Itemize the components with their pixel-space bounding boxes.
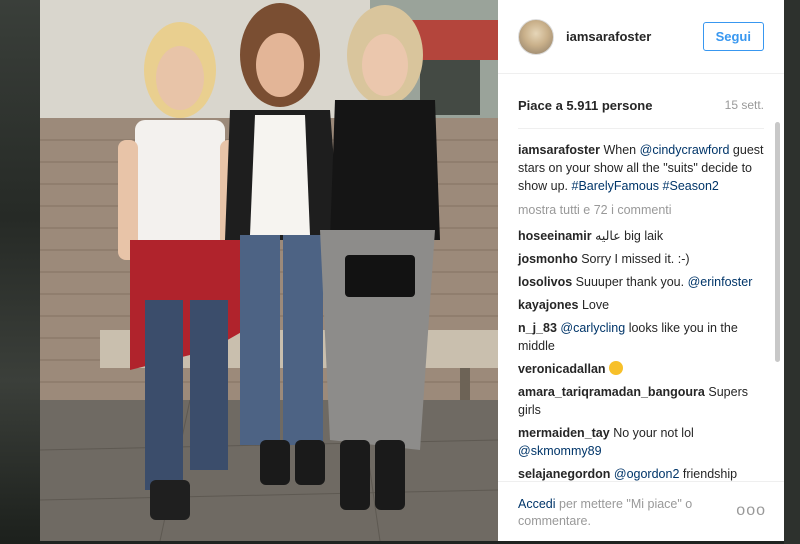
comment-item: losolivos Suuuper thank you. @erinfoster (518, 273, 764, 291)
comment-author[interactable]: amara_tariqramadan_bangoura (518, 385, 705, 399)
comment-item: josmonho Sorry I missed it. :-) (518, 250, 764, 268)
post-modal: iamsarafoster Segui Piace a 5.911 person… (40, 0, 800, 544)
post-photo[interactable] (40, 0, 498, 541)
load-more-comments[interactable]: mostra tutti e 72 i commenti (518, 201, 764, 219)
comment-author[interactable]: selajanegordon (518, 467, 610, 481)
post-timestamp[interactable]: 15 sett. (725, 98, 764, 112)
comment-mention[interactable]: @carlycling (560, 321, 625, 335)
comment-mention[interactable]: @skmommy89 (518, 444, 602, 458)
comment-mention[interactable]: @ogordon2 (614, 467, 680, 481)
post-header: iamsarafoster Segui (498, 0, 784, 74)
hashtag-link[interactable]: #Season2 (663, 179, 719, 193)
comment-text: Sorry I missed it. :-) (581, 252, 690, 266)
page-backdrop-left (0, 0, 40, 544)
login-link[interactable]: Accedi (518, 497, 556, 511)
post-photo-image (40, 0, 498, 541)
more-options-icon[interactable]: ooo (736, 502, 766, 519)
avatar[interactable] (518, 18, 554, 55)
comment-item: amara_tariqramadan_bangoura Supers girls (518, 383, 764, 419)
comment-item: veronicadallan (518, 360, 764, 378)
comments-list[interactable]: iamsarafoster When @cindycrawford guest … (498, 129, 784, 485)
heart-eyes-emoji-icon (609, 361, 624, 375)
comment-item: n_j_83 @carlycling looks like you in the… (518, 319, 764, 355)
comment-author[interactable]: hoseeinamir (518, 229, 592, 243)
likes-count[interactable]: Piace a 5.911 persone (518, 98, 652, 113)
likes-row: Piace a 5.911 persone 15 sett. (498, 74, 784, 118)
follow-button[interactable]: Segui (702, 22, 764, 51)
comment-mention[interactable]: @erinfoster (688, 275, 753, 289)
caption-text: When (603, 143, 637, 157)
comment-item: mermaiden_tay No your not lol @skmommy89 (518, 424, 764, 460)
caption: iamsarafoster When @cindycrawford guest … (518, 141, 764, 195)
comment-text: No your not lol (613, 426, 694, 440)
caption-mention[interactable]: @cindycrawford (640, 143, 730, 157)
hashtag-link[interactable]: #BarelyFamous (572, 179, 660, 193)
comment-text: Suuuper thank you. (575, 275, 685, 289)
comment-author[interactable]: n_j_83 (518, 321, 557, 335)
username-link[interactable]: iamsarafoster (566, 29, 703, 44)
post-side-panel: iamsarafoster Segui Piace a 5.911 person… (498, 0, 784, 541)
comment-author[interactable]: losolivos (518, 275, 572, 289)
comment-text: Love (581, 298, 610, 312)
comment-text: عالیه big laik (595, 229, 664, 243)
comment-author[interactable]: kayajones (518, 298, 578, 312)
comment-author[interactable]: mermaiden_tay (518, 426, 610, 440)
comment-item: hoseeinamir عالیه big laik (518, 227, 764, 245)
comment-author[interactable]: josmonho (518, 252, 578, 266)
post-footer: Accedi per mettere "Mi piace" o commenta… (498, 481, 784, 541)
comment-item: kayajones Love (518, 296, 764, 314)
caption-author[interactable]: iamsarafoster (518, 143, 600, 157)
comment-author[interactable]: veronicadallan (518, 362, 606, 376)
comments-scrollbar[interactable] (775, 122, 780, 362)
